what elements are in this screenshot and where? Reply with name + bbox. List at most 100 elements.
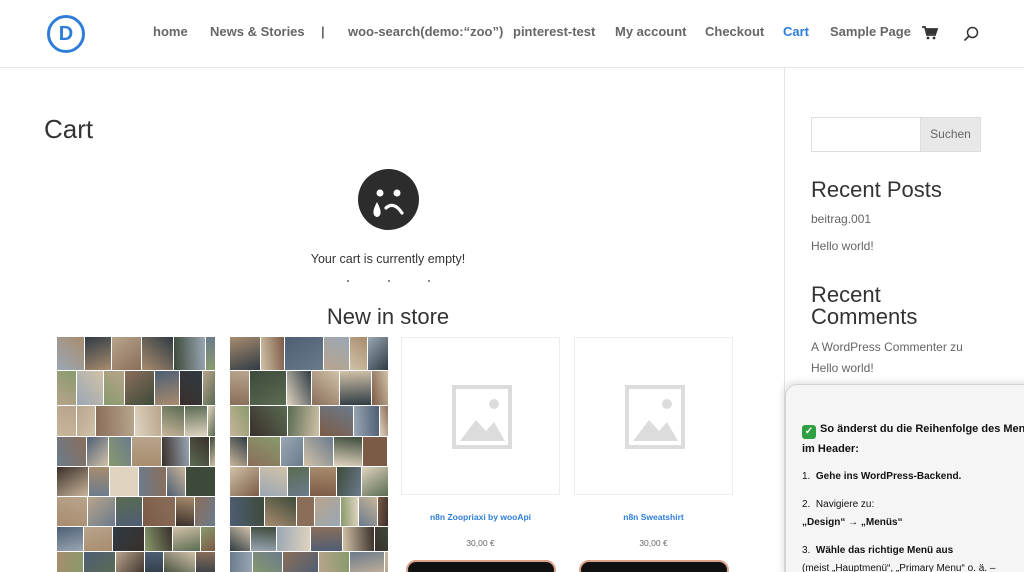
collage-photo-tile xyxy=(251,527,276,551)
collage-photo-tile xyxy=(176,497,194,526)
collage-photo-tile xyxy=(84,527,112,551)
nav-item-news-stories[interactable]: News & Stories xyxy=(210,24,305,39)
product-card[interactable]: n8n Zoopriaxi by wooApi 30,00 € xyxy=(401,337,560,572)
recent-comment-author[interactable]: A WordPress Commenter zu xyxy=(811,340,963,354)
nav-item-checkout[interactable]: Checkout xyxy=(705,24,764,39)
collage-photo-tile xyxy=(87,437,108,466)
recent-comment-post-link[interactable]: Hello world! xyxy=(811,361,874,375)
placeholder-image-icon xyxy=(452,385,512,449)
collage-photo-tile xyxy=(283,552,318,572)
collage-photo-tile xyxy=(196,552,215,572)
collage-photo-tile xyxy=(89,467,109,496)
site-logo[interactable]: D xyxy=(47,15,85,53)
popup-step-1: 1. Gehe ins WordPress-Backend. xyxy=(802,468,1024,486)
collage-photo-tile xyxy=(57,527,83,551)
loading-dots xyxy=(340,280,440,288)
photo-collage-image[interactable] xyxy=(57,337,216,572)
collage-photo-tile xyxy=(57,337,84,370)
collage-photo-tile xyxy=(109,437,131,466)
popup-step-3-detail: (meist „Hauptmenü“, „Primary Menu“ o. ä.… xyxy=(802,560,1024,572)
collage-photo-tile xyxy=(230,497,264,526)
add-to-cart-button[interactable] xyxy=(578,560,729,572)
collage-photo-tile xyxy=(319,552,349,572)
search-icon[interactable] xyxy=(963,26,979,42)
collage-photo-tile xyxy=(112,337,141,370)
collage-photo-tile xyxy=(230,406,249,436)
collage-photo-tile xyxy=(210,437,215,466)
collage-photo-tile xyxy=(230,371,249,405)
collage-photo-tile xyxy=(145,527,172,551)
recent-post-link[interactable]: Hello world! xyxy=(811,239,874,253)
collage-photo-tile xyxy=(145,552,163,572)
collage-photo-tile xyxy=(362,467,388,496)
collage-photo-tile xyxy=(253,552,282,572)
placeholder-image-icon xyxy=(625,385,685,449)
collage-photo-tile xyxy=(354,406,379,436)
collage-photo-tile xyxy=(57,437,86,466)
nav-item-woo-search[interactable]: woo-search(demo:“zoo”) xyxy=(348,24,503,39)
sidebar-search-input[interactable] xyxy=(811,117,921,152)
collage-photo-tile xyxy=(84,552,115,572)
collage-photo-tile xyxy=(139,467,166,496)
collage-photo-tile xyxy=(343,527,374,551)
step-number: 3. xyxy=(802,545,811,556)
product-price: 30,00 € xyxy=(466,538,495,548)
collage-photo-tile xyxy=(57,552,83,572)
check-mark-icon: ✓ xyxy=(802,425,816,439)
collage-photo-tile xyxy=(359,497,377,526)
nav-item-home[interactable]: home xyxy=(153,24,188,39)
product-card[interactable] xyxy=(57,337,216,572)
collage-photo-tile xyxy=(250,406,287,436)
recent-comments-title-line1: Recent xyxy=(811,282,881,307)
recent-post-link[interactable]: beitrag.001 xyxy=(811,212,871,226)
collage-photo-tile xyxy=(363,437,387,466)
collage-photo-tile xyxy=(250,371,286,405)
collage-photo-tile xyxy=(116,552,144,572)
product-name[interactable]: n8n Zoopriaxi by wooApi xyxy=(401,512,560,522)
nav-item-pinterest-test[interactable]: pinterest-test xyxy=(513,24,595,39)
collage-photo-tile xyxy=(337,467,361,496)
nav-item-cart[interactable]: Cart xyxy=(783,24,809,39)
step-text: Wähle das richtige Menü aus xyxy=(815,545,954,556)
add-to-cart-button[interactable] xyxy=(405,560,556,572)
collage-photo-tile xyxy=(186,467,215,496)
collage-photo-tile xyxy=(208,406,215,436)
nav-item-my-account[interactable]: My account xyxy=(615,24,687,39)
popup-heading: ✓ So änderst du die Reihenfolge des Menüs… xyxy=(802,419,1024,459)
collage-photo-tile xyxy=(372,371,388,405)
collage-photo-tile xyxy=(265,497,296,526)
collage-photo-tile xyxy=(297,497,314,526)
collage-photo-tile xyxy=(143,497,175,526)
product-card[interactable] xyxy=(230,337,389,572)
collage-photo-tile xyxy=(230,552,252,572)
product-thumbnail[interactable] xyxy=(401,337,560,495)
sidebar-search-button[interactable]: Suchen xyxy=(920,117,981,152)
collage-photo-tile xyxy=(88,497,115,526)
collage-photo-tile xyxy=(125,371,154,405)
collage-photo-tile xyxy=(77,371,103,405)
step-text: Gehe ins WordPress-Backend. xyxy=(815,471,962,482)
collage-photo-tile xyxy=(277,527,310,551)
recent-comments-title-line2: Comments xyxy=(811,304,918,329)
collage-photo-tile xyxy=(285,337,323,370)
product-thumbnail[interactable] xyxy=(574,337,733,495)
collage-photo-tile xyxy=(341,497,358,526)
nav-item-sample-page[interactable]: Sample Page xyxy=(830,24,911,39)
assistant-popup[interactable]: ✓ So änderst du die Reihenfolge des Menüs… xyxy=(785,384,1024,572)
cart-empty-message: Your cart is currently empty! xyxy=(310,252,466,266)
photo-collage-image[interactable] xyxy=(230,337,389,572)
collage-photo-tile xyxy=(380,406,388,436)
step-number: 1. xyxy=(802,471,811,482)
nav-item-separator[interactable]: | xyxy=(321,24,325,39)
collage-photo-tile xyxy=(324,337,349,370)
popup-step-3: 3. Wähle das richtige Menü aus xyxy=(802,542,1024,560)
collage-photo-tile xyxy=(113,527,144,551)
popup-step-2-path: „Design“ → „Menüs“ xyxy=(802,514,1024,532)
product-name[interactable]: n8n Sweatshirt xyxy=(574,512,733,522)
collage-photo-tile xyxy=(320,406,353,436)
collage-photo-tile xyxy=(185,406,207,436)
collage-photo-tile xyxy=(334,437,362,466)
collage-photo-tile xyxy=(287,371,311,405)
product-card[interactable]: n8n Sweatshirt 30,00 € xyxy=(574,337,733,572)
shopping-cart-icon[interactable] xyxy=(922,26,938,40)
